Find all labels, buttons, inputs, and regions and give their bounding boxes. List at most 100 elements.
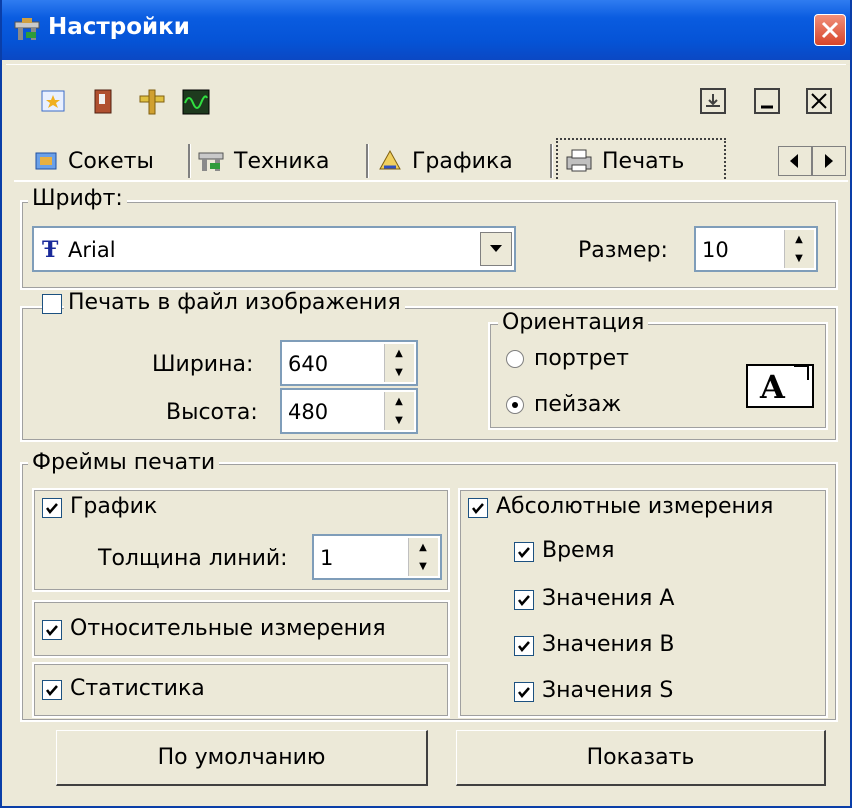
landscape-radio[interactable] — [506, 396, 524, 414]
tab-label: Сокеты — [68, 148, 154, 174]
tab-label: Графика — [412, 148, 513, 174]
check-icon — [46, 625, 58, 636]
tab-separator — [366, 144, 369, 178]
size-input[interactable]: 10 ▲ ▼ — [694, 226, 818, 272]
check-icon — [518, 687, 530, 698]
time-checkbox[interactable] — [514, 542, 534, 562]
book-icon[interactable] — [90, 88, 118, 116]
font-select[interactable]: Ŧ Arial — [32, 226, 516, 272]
spin-down-icon[interactable]: ▼ — [385, 363, 413, 382]
tab-label: Печать — [602, 148, 685, 174]
values-a-checkbox[interactable] — [514, 590, 534, 610]
page-corner-icon — [794, 365, 809, 380]
tab-separator — [550, 144, 553, 178]
check-icon — [472, 503, 484, 514]
frames-label: Фреймы печати — [28, 450, 220, 475]
portrait-radio[interactable] — [506, 350, 524, 368]
radio-dot — [512, 402, 518, 408]
close-panel-button[interactable] — [804, 84, 836, 118]
graph-checkbox[interactable] — [42, 498, 62, 518]
print-to-image-checkbox[interactable] — [42, 294, 62, 314]
check-icon — [518, 595, 530, 606]
height-label: Высота: — [166, 400, 258, 425]
socket-icon — [35, 152, 57, 170]
size-stepper[interactable]: ▲ ▼ — [784, 230, 814, 268]
close-box-icon — [806, 88, 832, 114]
printer-icon — [566, 149, 592, 172]
font-group-label: Шрифт: — [28, 186, 127, 211]
arrow-left-icon — [790, 154, 798, 168]
font-value: Arial — [68, 238, 116, 262]
spin-down-icon[interactable]: ▼ — [785, 249, 813, 268]
close-icon — [821, 21, 839, 39]
print-window-button[interactable] — [698, 84, 730, 118]
font-type-icon: Ŧ — [42, 237, 59, 263]
tab-scroll-right[interactable] — [812, 146, 846, 176]
line-width-label: Толщина линий: — [98, 546, 288, 571]
graph-label: График — [70, 494, 158, 519]
tab-label: Техника — [234, 148, 330, 174]
favorites-icon[interactable] — [40, 88, 68, 116]
relative-checkbox[interactable] — [42, 620, 62, 640]
ruler-icon[interactable] — [138, 88, 166, 116]
line-width-input[interactable]: 1 ▲ ▼ — [312, 534, 442, 580]
show-button[interactable]: Показать — [456, 730, 826, 786]
values-s-checkbox[interactable] — [514, 682, 534, 702]
tab-graphics[interactable]: Графика — [376, 141, 513, 181]
orientation-preview: A — [746, 364, 814, 408]
tab-print[interactable]: Печать — [564, 141, 684, 181]
spin-down-icon[interactable]: ▼ — [385, 411, 413, 430]
landscape-label: пейзаж — [534, 392, 622, 417]
oscilloscope-icon[interactable] — [182, 88, 210, 116]
width-stepper[interactable]: ▲ ▼ — [384, 344, 414, 382]
stats-checkbox[interactable] — [42, 680, 62, 700]
size-value: 10 — [702, 238, 729, 262]
check-icon — [46, 503, 58, 514]
values-a-label: Значения A — [542, 586, 675, 611]
font-dropdown-button[interactable] — [480, 232, 512, 266]
graphics-icon — [379, 149, 401, 170]
close-button[interactable] — [814, 14, 846, 46]
stats-label: Статистика — [70, 676, 205, 701]
portrait-label: портрет — [534, 346, 629, 371]
arrow-right-icon — [825, 154, 833, 168]
equipment-icon — [198, 152, 224, 171]
spin-up-icon[interactable]: ▲ — [385, 344, 413, 363]
check-icon — [518, 641, 530, 652]
spin-up-icon[interactable]: ▲ — [785, 230, 813, 249]
spin-down-icon[interactable]: ▼ — [409, 557, 437, 576]
values-b-label: Значения B — [542, 632, 675, 657]
minimize-button[interactable] — [752, 84, 784, 118]
height-input[interactable]: 480 ▲ ▼ — [280, 388, 418, 434]
line-width-stepper[interactable]: ▲ ▼ — [408, 538, 438, 576]
height-stepper[interactable]: ▲ ▼ — [384, 392, 414, 430]
tab-equipment[interactable]: Техника — [196, 141, 329, 181]
preview-glyph: A — [760, 368, 785, 406]
minimize-icon — [754, 88, 780, 114]
app-icon — [14, 18, 40, 40]
spin-up-icon[interactable]: ▲ — [409, 538, 437, 557]
width-label: Ширина: — [152, 352, 254, 377]
values-b-checkbox[interactable] — [514, 636, 534, 656]
size-label: Размер: — [578, 238, 668, 263]
tab-scroll-left[interactable] — [778, 146, 812, 176]
check-icon — [46, 685, 58, 696]
absolute-label: Абсолютные измерения — [496, 494, 774, 519]
values-s-label: Значения S — [542, 678, 674, 703]
tab-separator — [188, 144, 191, 178]
window-title: Настройки — [48, 14, 190, 40]
show-button-label: Показать — [586, 745, 695, 770]
tab-baseline — [14, 180, 848, 182]
spin-up-icon[interactable]: ▲ — [385, 392, 413, 411]
width-input[interactable]: 640 ▲ ▼ — [280, 340, 418, 386]
default-button[interactable]: По умолчанию — [56, 730, 428, 786]
height-value: 480 — [288, 400, 329, 424]
tab-sockets[interactable]: Сокеты — [32, 141, 154, 181]
orientation-label: Ориентация — [498, 310, 649, 335]
check-icon — [518, 547, 530, 558]
time-label: Время — [542, 538, 615, 563]
default-button-label: По умолчанию — [157, 745, 326, 770]
absolute-checkbox[interactable] — [468, 498, 488, 518]
title-bar[interactable]: Настройки — [2, 0, 850, 60]
line-width-value: 1 — [320, 546, 334, 570]
